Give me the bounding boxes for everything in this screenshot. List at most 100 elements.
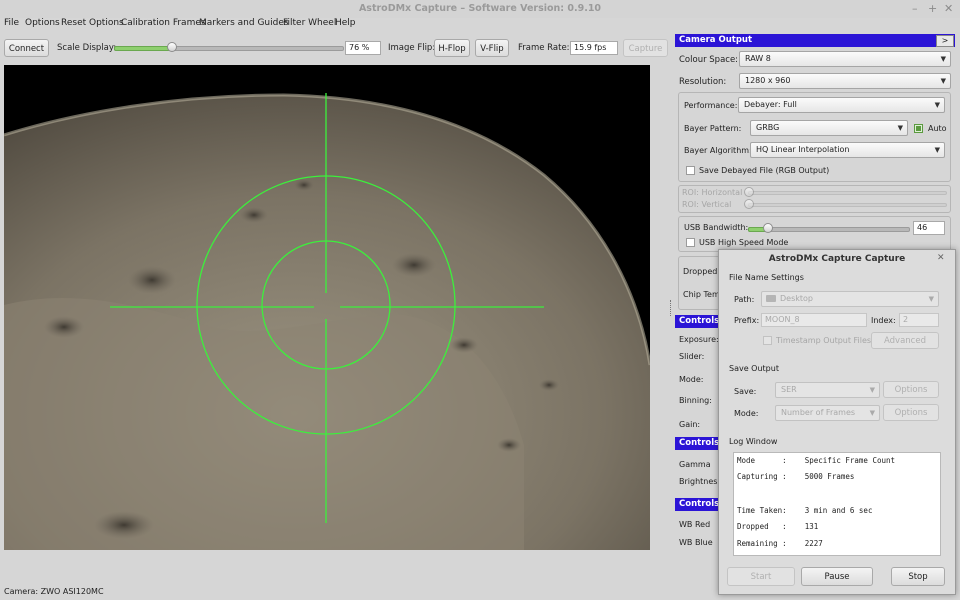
index-field[interactable]: 2 bbox=[899, 313, 939, 327]
roi-vertical-label: ROI: Vertical bbox=[682, 200, 732, 209]
chevron-down-icon: ▼ bbox=[869, 386, 875, 394]
pause-button[interactable]: Pause bbox=[801, 567, 873, 586]
performance-select[interactable]: Debayer: Full ▼ bbox=[738, 97, 945, 113]
save-debayered-label: Save Debayed File (RGB Output) bbox=[699, 166, 830, 175]
window-title: AstroDMx Capture – Software Version: 0.9… bbox=[358, 3, 602, 14]
save-format-value: SER bbox=[781, 385, 797, 394]
usb-bandwidth-handle[interactable] bbox=[763, 223, 773, 233]
scale-slider-fill bbox=[114, 46, 174, 51]
menu-calibration-frames[interactable]: Calibration Frames bbox=[121, 18, 206, 28]
scale-slider-handle[interactable] bbox=[167, 42, 177, 52]
log-line: Capturing : 5000 Frames bbox=[737, 472, 855, 481]
camera-output-header: Camera Output bbox=[675, 34, 955, 47]
index-label: Index: bbox=[871, 316, 896, 325]
auto-checkbox[interactable] bbox=[914, 124, 923, 133]
chip-temp-label: Chip Tem bbox=[683, 290, 720, 299]
bayer-pattern-value: GRBG bbox=[756, 123, 780, 132]
menu-file[interactable]: File bbox=[4, 18, 19, 28]
menu-markers-and-guides[interactable]: Markers and Guides bbox=[199, 18, 289, 28]
splitter-handle[interactable] bbox=[670, 300, 674, 316]
log-line: Mode : Specific Frame Count bbox=[737, 456, 896, 465]
status-group bbox=[678, 256, 720, 310]
usb-high-speed-label: USB High Speed Mode bbox=[699, 238, 789, 247]
stop-button[interactable]: Stop bbox=[891, 567, 945, 586]
capture-mode-value: Number of Frames bbox=[781, 408, 856, 417]
start-button[interactable]: Start bbox=[727, 567, 795, 586]
usb-high-speed-checkbox[interactable] bbox=[686, 238, 695, 247]
mode-options-button[interactable]: Options bbox=[883, 404, 939, 421]
colour-space-select[interactable]: RAW 8 ▼ bbox=[739, 51, 951, 67]
log-line: Dropped : 131 bbox=[737, 522, 819, 531]
menu-reset-options[interactable]: Reset Options bbox=[61, 18, 124, 28]
capture-button[interactable]: Capture bbox=[623, 39, 668, 57]
menu-filter-wheel[interactable]: Filter Wheel bbox=[283, 18, 336, 28]
roi-horizontal-handle[interactable] bbox=[744, 187, 754, 197]
mode-label: Mode: bbox=[679, 375, 704, 384]
brightness-label: Brightnes bbox=[679, 477, 718, 486]
file-name-settings-heading: File Name Settings bbox=[729, 273, 804, 282]
dialog-close-icon[interactable]: ✕ bbox=[937, 253, 945, 263]
log-line: Remaining : 2227 bbox=[737, 539, 823, 548]
capture-mode-select[interactable]: Number of Frames ▼ bbox=[775, 405, 880, 421]
bayer-algorithm-select[interactable]: HQ Linear Interpolation ▼ bbox=[750, 142, 945, 158]
chevron-down-icon: ▼ bbox=[869, 409, 875, 417]
roi-vertical-slider[interactable] bbox=[748, 203, 947, 207]
image-flip-label: Image Flip: bbox=[388, 43, 436, 53]
binning-label: Binning: bbox=[679, 396, 712, 405]
resolution-select[interactable]: 1280 x 960 ▼ bbox=[739, 73, 951, 89]
chevron-down-icon: ▼ bbox=[934, 146, 940, 154]
roi-vertical-handle[interactable] bbox=[744, 199, 754, 209]
minimize-button[interactable]: – bbox=[912, 2, 918, 15]
camera-image-view[interactable] bbox=[4, 65, 650, 550]
camera-output-title: Camera Output bbox=[679, 35, 753, 45]
prefix-field[interactable]: MOON_8 bbox=[761, 313, 867, 327]
timestamp-label: Timestamp Output Files bbox=[776, 336, 872, 345]
bayer-pattern-select[interactable]: GRBG ▼ bbox=[750, 120, 908, 136]
bayer-pattern-label: Bayer Pattern: bbox=[684, 124, 742, 133]
log-window-heading: Log Window bbox=[729, 437, 778, 446]
performance-value: Debayer: Full bbox=[744, 100, 797, 109]
capture-dialog: AstroDMx Capture Capture ✕ File Name Set… bbox=[718, 249, 956, 595]
wb-blue-label: WB Blue bbox=[679, 538, 713, 547]
save-debayered-checkbox[interactable] bbox=[686, 166, 695, 175]
timestamp-checkbox[interactable] bbox=[763, 336, 772, 345]
prefix-label: Prefix: bbox=[734, 316, 760, 325]
maximize-button[interactable]: + bbox=[928, 2, 937, 15]
menu-options[interactable]: Options bbox=[25, 18, 60, 28]
advanced-button[interactable]: Advanced bbox=[871, 332, 939, 349]
usb-bandwidth-field[interactable]: 46 bbox=[913, 221, 945, 235]
save-options-button[interactable]: Options bbox=[883, 381, 939, 398]
dropped-label: Dropped bbox=[683, 267, 718, 276]
roi-horizontal-slider[interactable] bbox=[748, 191, 947, 195]
expand-panel-button[interactable]: > bbox=[936, 35, 954, 47]
bayer-algorithm-label: Bayer Algorithm: bbox=[684, 146, 752, 155]
log-window: Mode : Specific Frame Count Capturing : … bbox=[733, 452, 941, 556]
moon-image bbox=[4, 93, 650, 550]
dialog-title: AstroDMx Capture Capture bbox=[768, 254, 906, 264]
save-format-select[interactable]: SER ▼ bbox=[775, 382, 880, 398]
save-output-heading: Save Output bbox=[729, 364, 779, 373]
path-select[interactable]: Desktop ▼ bbox=[761, 291, 939, 307]
camera-status: Camera: ZWO ASI120MC bbox=[4, 587, 104, 596]
chevron-down-icon: ▼ bbox=[928, 295, 934, 303]
slider-label: Slider: bbox=[679, 352, 705, 361]
title-bar: AstroDMx Capture – Software Version: 0.9… bbox=[0, 0, 960, 18]
roi-horizontal-label: ROI: Horizontal bbox=[682, 188, 743, 197]
scale-display-label: Scale Display: bbox=[57, 43, 117, 53]
v-flip-button[interactable]: V-Flip bbox=[475, 39, 509, 57]
h-flop-button[interactable]: H-Flop bbox=[434, 39, 470, 57]
wb-red-label: WB Red bbox=[679, 520, 711, 529]
performance-label: Performance: bbox=[684, 101, 738, 110]
chevron-down-icon: ▼ bbox=[934, 101, 940, 109]
close-button[interactable]: ✕ bbox=[944, 2, 953, 15]
scale-value-field[interactable]: 76 % bbox=[345, 41, 381, 55]
path-label: Path: bbox=[734, 295, 755, 304]
menu-help[interactable]: Help bbox=[335, 18, 356, 28]
connect-button[interactable]: Connect bbox=[4, 39, 49, 57]
folder-icon bbox=[766, 295, 776, 302]
chevron-down-icon: ▼ bbox=[940, 55, 946, 63]
exposure-label: Exposure: bbox=[679, 335, 719, 344]
auto-label: Auto bbox=[928, 124, 947, 133]
resolution-label: Resolution: bbox=[679, 77, 727, 87]
bayer-algorithm-value: HQ Linear Interpolation bbox=[756, 145, 850, 154]
